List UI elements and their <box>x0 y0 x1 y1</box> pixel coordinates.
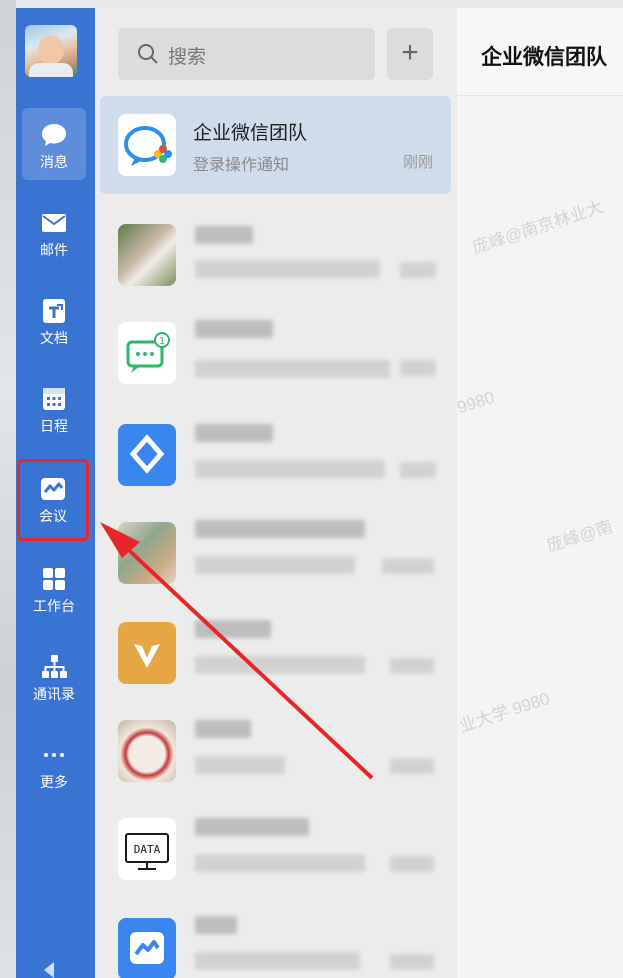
conversation-name: 企业微信团队 <box>193 123 308 144</box>
sidebar-item-label: 更多 <box>40 774 68 790</box>
contacts-org-icon <box>42 655 67 678</box>
desktop-background <box>0 0 16 978</box>
workbench-grid-icon <box>43 568 65 590</box>
conversation-time: 刚刚 <box>402 154 433 171</box>
wecom-team-logo-icon <box>118 114 176 176</box>
app-logo-icon <box>118 622 176 684</box>
chat-panel: 企业微信团队 庞峰@南京林业大 9980 庞峰@南 业大学 9980 <box>454 8 623 978</box>
sidebar-item-mail[interactable]: 邮件 <box>22 196 86 268</box>
sidebar-item-label: 会议 <box>39 508 67 524</box>
svg-text:DATA: DATA <box>134 843 161 856</box>
more-dots-icon <box>44 753 64 757</box>
meeting-icon <box>41 478 65 500</box>
sidebar-item-label: 日程 <box>40 418 68 434</box>
list-item[interactable] <box>100 900 451 978</box>
watermark: 庞峰@南 <box>544 516 616 556</box>
collapse-arrow-icon[interactable] <box>36 960 66 978</box>
sidebar-item-workbench[interactable]: 工作台 <box>22 552 86 624</box>
sidebar-item-messages[interactable]: 消息 <box>22 108 86 180</box>
sidebar-item-docs[interactable]: 文档 <box>22 284 86 356</box>
search-input[interactable]: 搜索 <box>118 28 375 80</box>
watermark: 业大学 9980 <box>456 688 552 736</box>
list-item[interactable] <box>100 406 451 504</box>
meeting-app-icon <box>118 918 176 978</box>
add-button[interactable]: + <box>387 28 433 80</box>
sidebar-item-calendar[interactable]: 日程 <box>22 372 86 444</box>
list-item[interactable]: DATA <box>100 800 451 898</box>
sidebar-item-more[interactable]: 更多 <box>22 728 86 800</box>
sidebar-item-label: 工作台 <box>33 598 75 614</box>
search-placeholder: 搜索 <box>168 47 207 68</box>
sidebar-item-contacts[interactable]: 通讯录 <box>22 640 86 712</box>
data-screen-icon: DATA <box>118 818 176 880</box>
conversation-preview: 登录操作通知 <box>193 157 290 174</box>
app-logo-icon <box>118 424 176 486</box>
list-item[interactable] <box>100 206 451 304</box>
list-item[interactable]: 1 <box>100 304 451 402</box>
search-icon <box>138 44 158 64</box>
sidebar-item-label: 邮件 <box>40 242 68 258</box>
page-title: 企业微信团队 <box>481 46 607 69</box>
sidebar: 消息 邮件 文档 日程 会议 工作台 通讯录 更多 <box>16 8 95 978</box>
sidebar-item-label: 通讯录 <box>33 686 75 702</box>
sidebar-item-label: 文档 <box>40 330 68 346</box>
svg-text:1: 1 <box>159 336 165 347</box>
avatar[interactable] <box>25 25 77 77</box>
contact-avatar <box>118 720 176 782</box>
chat-header: 企业微信团队 <box>457 8 623 96</box>
message-notification-icon: 1 <box>118 322 176 384</box>
conversation-list-panel: 搜索 + 企业微信团队 登录操作通知 刚刚 1 DATA <box>95 8 457 978</box>
list-item[interactable] <box>100 504 451 602</box>
document-icon <box>43 299 65 323</box>
list-item[interactable] <box>100 702 451 800</box>
list-item[interactable] <box>100 604 451 702</box>
mail-icon <box>42 214 66 232</box>
group-avatar <box>118 522 176 584</box>
calendar-icon <box>43 388 65 410</box>
contact-avatar <box>118 224 176 286</box>
watermark: 庞峰@南京林业大 <box>470 197 606 258</box>
sidebar-item-label: 消息 <box>40 154 68 170</box>
sidebar-item-meeting[interactable]: 会议 <box>17 459 89 541</box>
chat-bubble-icon <box>42 124 66 146</box>
list-item[interactable]: 企业微信团队 登录操作通知 刚刚 <box>100 96 451 194</box>
watermark: 9980 <box>454 387 497 418</box>
